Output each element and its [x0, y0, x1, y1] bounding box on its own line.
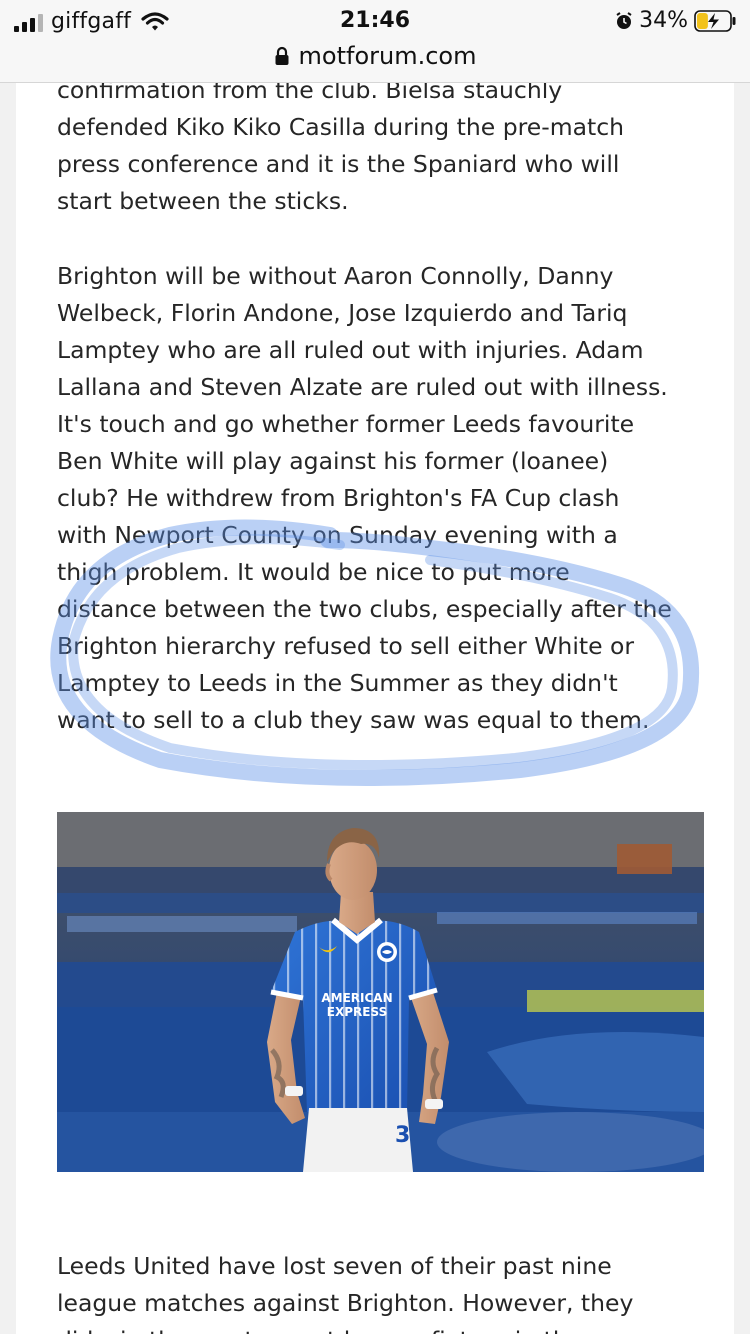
url-domain[interactable]: motforum.com — [299, 42, 477, 70]
status-right: 34% — [615, 8, 736, 33]
lock-icon — [275, 46, 289, 65]
browser-address-bar[interactable]: motforum.com — [0, 40, 750, 83]
photo-image: 3 AMERICAN EXPRESS — [57, 812, 704, 1172]
status-bar: giffgaff 21:46 34% — [0, 0, 750, 40]
shirt-number: 3 — [395, 1123, 410, 1148]
article-photo-footballer[interactable]: 3 AMERICAN EXPRESS — [57, 812, 704, 1172]
alarm-clock-icon — [616, 11, 632, 29]
article-content: confirmation from the club. Bielsa stauc… — [16, 82, 734, 1334]
shirt-sponsor-line2: EXPRESS — [327, 1005, 387, 1019]
shirt-sponsor-line1: AMERICAN — [321, 991, 392, 1005]
article-paragraph: confirmation from the club. Bielsa stauc… — [57, 82, 625, 215]
article-paragraph: Leeds United have lost seven of their pa… — [57, 1252, 634, 1334]
article-paragraph: Brighton will be without Aaron Connolly,… — [57, 262, 672, 734]
battery-charging-icon — [694, 9, 736, 32]
battery-percentage: 34% — [639, 8, 688, 33]
